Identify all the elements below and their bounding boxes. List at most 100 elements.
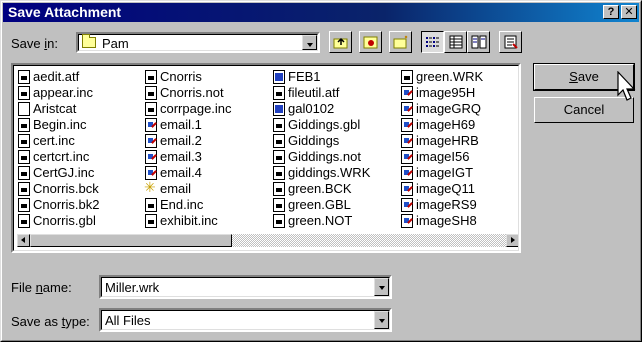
file-doc-icon: [401, 70, 413, 84]
file-doc-icon: [273, 214, 285, 228]
file-doc-icon: [18, 70, 30, 84]
save-attachment-dialog: Save Attachment ? ✕ Save in: Pam aedit.a…: [0, 0, 642, 342]
file-name: Giddings.gbl: [288, 117, 361, 132]
file-name: appear.inc: [33, 85, 93, 100]
file-name: giddings.WRK: [288, 165, 371, 180]
list-view-icon: [426, 37, 439, 47]
file-name: Cnorris.bck: [33, 181, 99, 196]
chevron-down-icon[interactable]: [374, 311, 389, 329]
file-name: FEB1: [288, 69, 321, 84]
file-name: Giddings.not: [288, 149, 361, 164]
file-doc-icon: [18, 182, 30, 196]
file-doc-icon: [145, 198, 157, 212]
file-name: image95H: [416, 85, 476, 100]
file-name: CertGJ.inc: [33, 165, 95, 180]
file-doc-icon: [145, 86, 157, 100]
file-name: Cnorris: [160, 69, 202, 84]
file-blue-icon: [273, 70, 285, 84]
horizontal-scrollbar[interactable]: [17, 234, 518, 247]
save-as-type-label-prefix: Save as: [11, 314, 62, 329]
file-name: Cnorris.not: [160, 85, 224, 100]
file-name: certcrt.inc: [33, 149, 90, 164]
file-name: imageIGT: [416, 165, 474, 180]
file-name: corrpage.inc: [160, 101, 232, 116]
file-doc-icon: [18, 134, 30, 148]
help-button[interactable]: ?: [603, 5, 619, 19]
file-name: imageHRB: [416, 133, 479, 148]
file-name: imageGRQ: [416, 101, 482, 116]
file-doc-icon: [145, 102, 157, 116]
file-doc-icon: [273, 118, 285, 132]
file-name: Begin.inc: [33, 117, 87, 132]
file-doc-icon: [273, 198, 285, 212]
file-name: fileutil.atf: [288, 85, 340, 100]
scroll-left-icon[interactable]: [17, 234, 30, 247]
file-name: gal0102: [288, 101, 335, 116]
file-img-icon: [145, 134, 157, 148]
save-in-value: Pam: [102, 36, 129, 51]
scroll-right-icon[interactable]: [506, 234, 518, 247]
file-doc-icon: [273, 150, 285, 164]
file-img-icon: [145, 118, 157, 132]
file-doc-icon: [145, 214, 157, 228]
file-name: green.NOT: [288, 213, 353, 228]
close-button[interactable]: ✕: [621, 5, 637, 19]
file-list-frame: aedit.atf appear.inc Aristcat Begin.inc cert…: [13, 65, 519, 251]
file-name: imageSH8: [416, 213, 477, 228]
file-name: imageH69: [416, 117, 476, 132]
desktop-button[interactable]: [359, 31, 382, 53]
save-as-type-label: Save as type:: [11, 314, 90, 330]
file-name-label: File name:: [11, 280, 72, 296]
file-name: imageQ11: [416, 181, 476, 196]
file-name-label-suffix: ame:: [42, 280, 72, 295]
details-view-button[interactable]: [444, 31, 467, 53]
file-img-icon: [401, 166, 413, 180]
title-bar[interactable]: Save Attachment ? ✕: [3, 3, 639, 22]
save-in-label-prefix: Save: [11, 36, 45, 51]
window-title: Save Attachment: [8, 4, 122, 20]
file-doc-icon: [18, 86, 30, 100]
file-doc-icon: [273, 134, 285, 148]
chevron-down-icon[interactable]: [374, 278, 389, 296]
chevron-down-icon[interactable]: [302, 35, 317, 50]
save-button-accel: S: [569, 69, 578, 84]
create-new-folder-button[interactable]: [389, 31, 412, 53]
up-one-level-button[interactable]: [329, 31, 352, 53]
file-name: green.GBL: [288, 197, 351, 212]
file-doc-icon: [18, 214, 30, 228]
save-in-dropdown[interactable]: Pam: [76, 32, 320, 53]
file-img-icon: [401, 86, 413, 100]
save-in-label: Save in:: [11, 36, 58, 52]
file-name: email: [160, 181, 192, 196]
file-doc-icon: [18, 198, 30, 212]
save-as-type-value: All Files: [105, 313, 151, 328]
file-list[interactable]: aedit.atf appear.inc Aristcat Begin.inc cert…: [11, 63, 521, 253]
file-img-icon: [401, 214, 413, 228]
file-name-value: Miller.wrk: [105, 280, 160, 295]
file-blue-icon: [273, 102, 285, 116]
file-name: email.2: [160, 133, 202, 148]
file-blank-icon: [18, 102, 30, 116]
file-img-icon: [401, 150, 413, 164]
list-view-button[interactable]: [421, 31, 444, 53]
properties-view-button[interactable]: [467, 31, 490, 53]
scroll-thumb[interactable]: [30, 234, 232, 247]
file-name: email.4: [160, 165, 202, 180]
desktop-icon: [363, 36, 378, 49]
file-name: imageRS9: [416, 197, 477, 212]
commands-button[interactable]: [499, 31, 522, 53]
file-name: email.1: [160, 117, 202, 132]
file-name: End.inc: [160, 197, 204, 212]
file-name-input[interactable]: Miller.wrk: [99, 275, 392, 299]
file-name: imageI56: [416, 149, 470, 164]
file-doc-icon: [18, 166, 30, 180]
file-doc-icon: [273, 166, 285, 180]
file-name: green.BCK: [288, 181, 352, 196]
file-doc-icon: [18, 118, 30, 132]
file-img-icon: [401, 134, 413, 148]
file-name: aedit.atf: [33, 69, 80, 84]
create-new-folder-icon: [393, 35, 408, 49]
save-in-label-suffix: n:: [47, 36, 58, 51]
save-as-type-dropdown[interactable]: All Files: [99, 308, 392, 332]
file-name: email.3: [160, 149, 202, 164]
